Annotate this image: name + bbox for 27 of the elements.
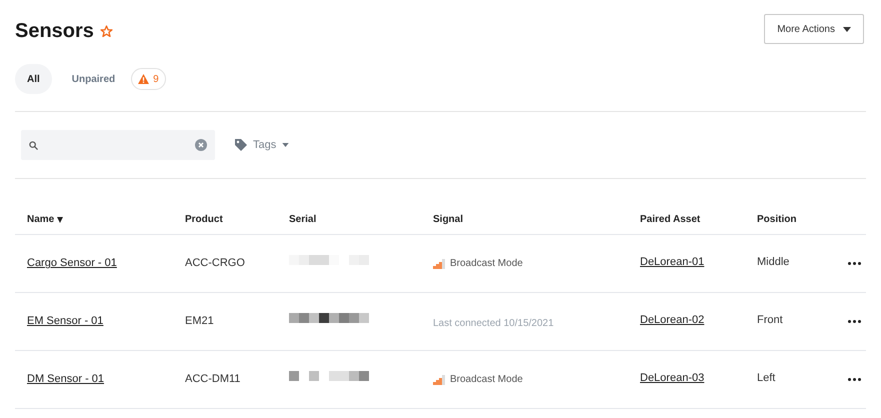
signal-status: Broadcast Mode [450,373,523,387]
position-text: Left [757,371,776,386]
product-code: ACC-CRGO [185,256,245,272]
column-header[interactable]: Name [27,212,64,227]
sensor-name-link[interactable]: Cargo Sensor - 01 [27,255,117,272]
page-title: Sensors [15,19,94,44]
sensor-name-link[interactable]: DM Sensor - 01 [27,371,104,388]
product-code: ACC-DM11 [185,372,240,388]
paired-asset-link[interactable]: DeLorean-01 [640,254,704,271]
paired-asset-link[interactable]: DeLorean-03 [640,370,704,387]
position-text: Middle [757,255,790,270]
tab[interactable]: Unpaired [60,64,128,94]
column-header[interactable]: Serial [289,212,316,227]
column-header[interactable]: Product [185,212,223,227]
position-text: Front [757,313,783,328]
warning-count-badge: 9 [131,68,166,90]
sensor-name-link[interactable]: EM Sensor - 01 [27,313,104,330]
tags-filter-button[interactable]: Tags [235,136,290,154]
signal-status: Broadcast Mode [450,257,523,271]
column-header[interactable]: Paired Asset [640,212,700,227]
tab[interactable]: All [15,64,52,94]
last-connected-text: Last connected 10/15/2021 [433,318,554,328]
column-header[interactable]: Position [757,212,796,227]
product-code: EM21 [185,314,214,330]
paired-asset-link[interactable]: DeLorean-02 [640,312,704,329]
more-actions-button[interactable]: More Actions [764,14,864,44]
column-header[interactable]: Signal [433,212,464,227]
